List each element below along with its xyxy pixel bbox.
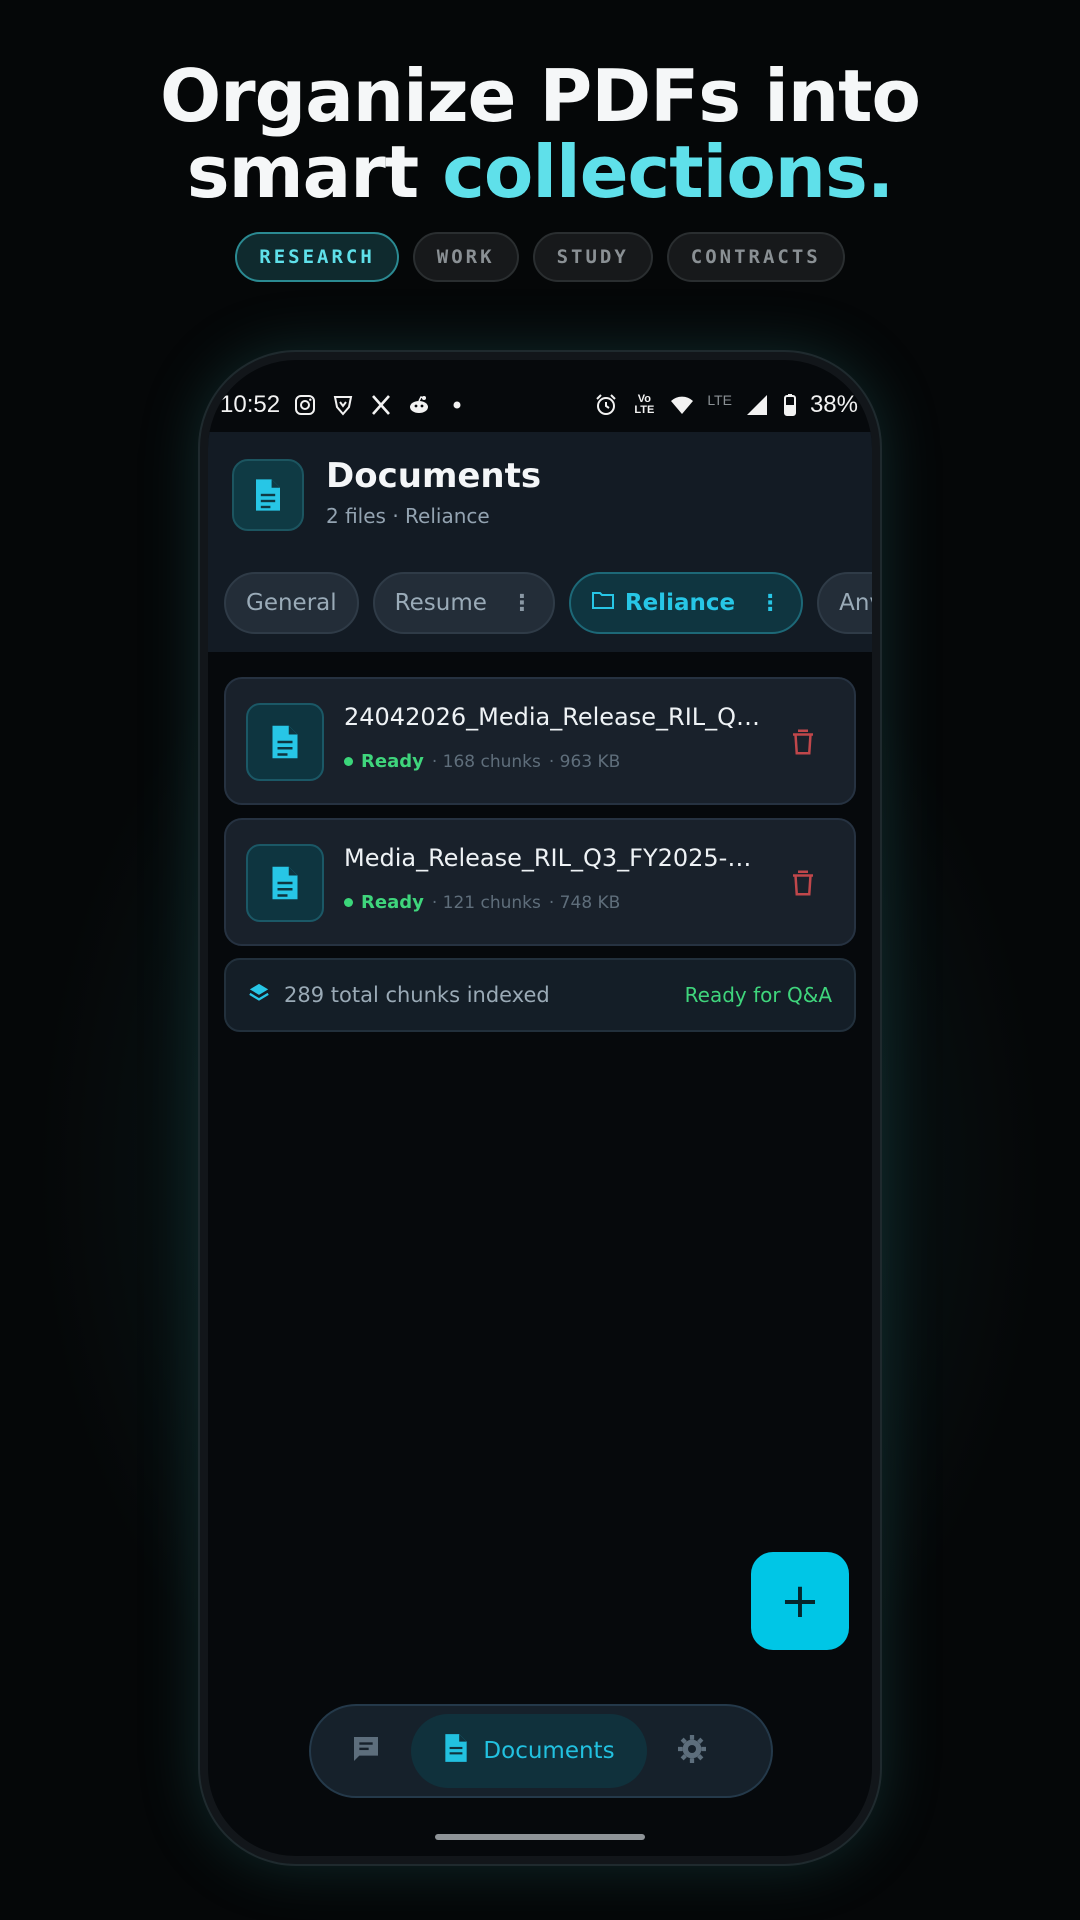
pdf-file-icon [246,844,324,922]
nav-documents-label: Documents [483,1738,615,1764]
chip-label: Reliance [624,590,736,616]
volte-icon: Vo LTE [634,393,655,416]
promo-tags: RESEARCH WORK STUDY CONTRACTS [0,232,1080,282]
reddit-icon [406,392,432,418]
battery-icon [782,392,798,418]
status-time: 10:52 [220,391,281,418]
chip-label: Resume [394,590,487,616]
page-title: Documents [326,456,542,496]
status-dot [344,757,353,766]
add-document-button[interactable]: + [751,1552,849,1650]
pdf-file-icon [246,703,324,781]
dot-icon [444,392,470,418]
headline-line-2: smart collections. [0,134,1080,210]
header-document-icon [232,459,304,531]
file-meta: Ready · 121 chunks · 748 KB [344,892,620,913]
brave-icon [330,392,356,418]
collection-chips: General Resume ⋮ Reliance ⋮ Anvit ⋮ [224,572,872,634]
file-size: · 963 KB [548,751,621,772]
chip-reliance[interactable]: Reliance ⋮ [568,572,804,634]
file-card[interactable]: 24042026_Media_Release_RIL_Q… Ready · 16… [224,677,856,805]
tag-study: STUDY [532,232,653,282]
headline-accent: collections. [442,130,894,214]
nav-documents[interactable]: Documents [411,1714,647,1788]
chip-label: General [246,590,337,616]
file-chunks: · 121 chunks [431,892,541,913]
layers-icon [248,982,270,1008]
wifi-icon [669,392,695,418]
promo-headline: Organize PDFs into smart collections. [0,58,1080,210]
file-status: Ready [361,892,424,913]
tag-research: RESEARCH [235,232,399,282]
delete-icon[interactable] [788,868,818,898]
chip-anvit[interactable]: Anvit ⋮ [817,572,872,634]
chip-general[interactable]: General [224,572,359,634]
nav-settings[interactable] [647,1714,737,1788]
nav-chat[interactable] [321,1714,411,1788]
instagram-icon [292,392,318,418]
battery-level: 38% [809,391,858,418]
file-card[interactable]: Media_Release_RIL_Q3_FY2025-2… Ready · 1… [224,818,856,946]
summary-status: Ready for Q&A [684,983,832,1007]
headline-plain: smart [186,130,443,214]
file-chunks: · 168 chunks [431,751,541,772]
bottom-nav: Documents [309,1704,773,1798]
tag-contracts: CONTRACTS [666,232,845,282]
more-vert-icon[interactable]: ⋮ [759,591,781,616]
chip-resume[interactable]: Resume ⋮ [372,572,555,634]
file-meta: Ready · 168 chunks · 963 KB [344,751,620,772]
chip-label: Anvit [839,590,872,616]
file-size: · 748 KB [548,892,621,913]
headline-line-1: Organize PDFs into [159,54,921,138]
index-summary: 289 total chunks indexed Ready for Q&A [224,958,856,1032]
summary-text: 289 total chunks indexed [284,983,550,1007]
documents-header: Documents 2 files · Reliance General Res… [208,432,872,652]
x-icon [368,392,394,418]
chat-icon [350,1733,382,1769]
folder-icon [591,590,615,616]
signal-icon [744,392,770,418]
alarm-icon [593,392,619,418]
phone-frame: 10:52 Vo LTE LTE 38% Documents 2 files ·… [200,352,880,1864]
file-status: Ready [361,751,424,772]
tag-work: WORK [412,232,519,282]
document-icon [443,1732,469,1770]
status-bar: 10:52 Vo LTE LTE 38% [208,360,872,432]
file-name: 24042026_Media_Release_RIL_Q… [344,703,761,731]
status-dot [344,898,353,907]
file-name: Media_Release_RIL_Q3_FY2025-2… [344,844,764,872]
delete-icon[interactable] [788,727,818,757]
more-vert-icon[interactable]: ⋮ [511,591,533,616]
home-indicator[interactable] [435,1834,645,1840]
network-type: LTE [707,392,732,408]
gear-icon [676,1733,708,1769]
page-subtitle: 2 files · Reliance [326,504,490,528]
